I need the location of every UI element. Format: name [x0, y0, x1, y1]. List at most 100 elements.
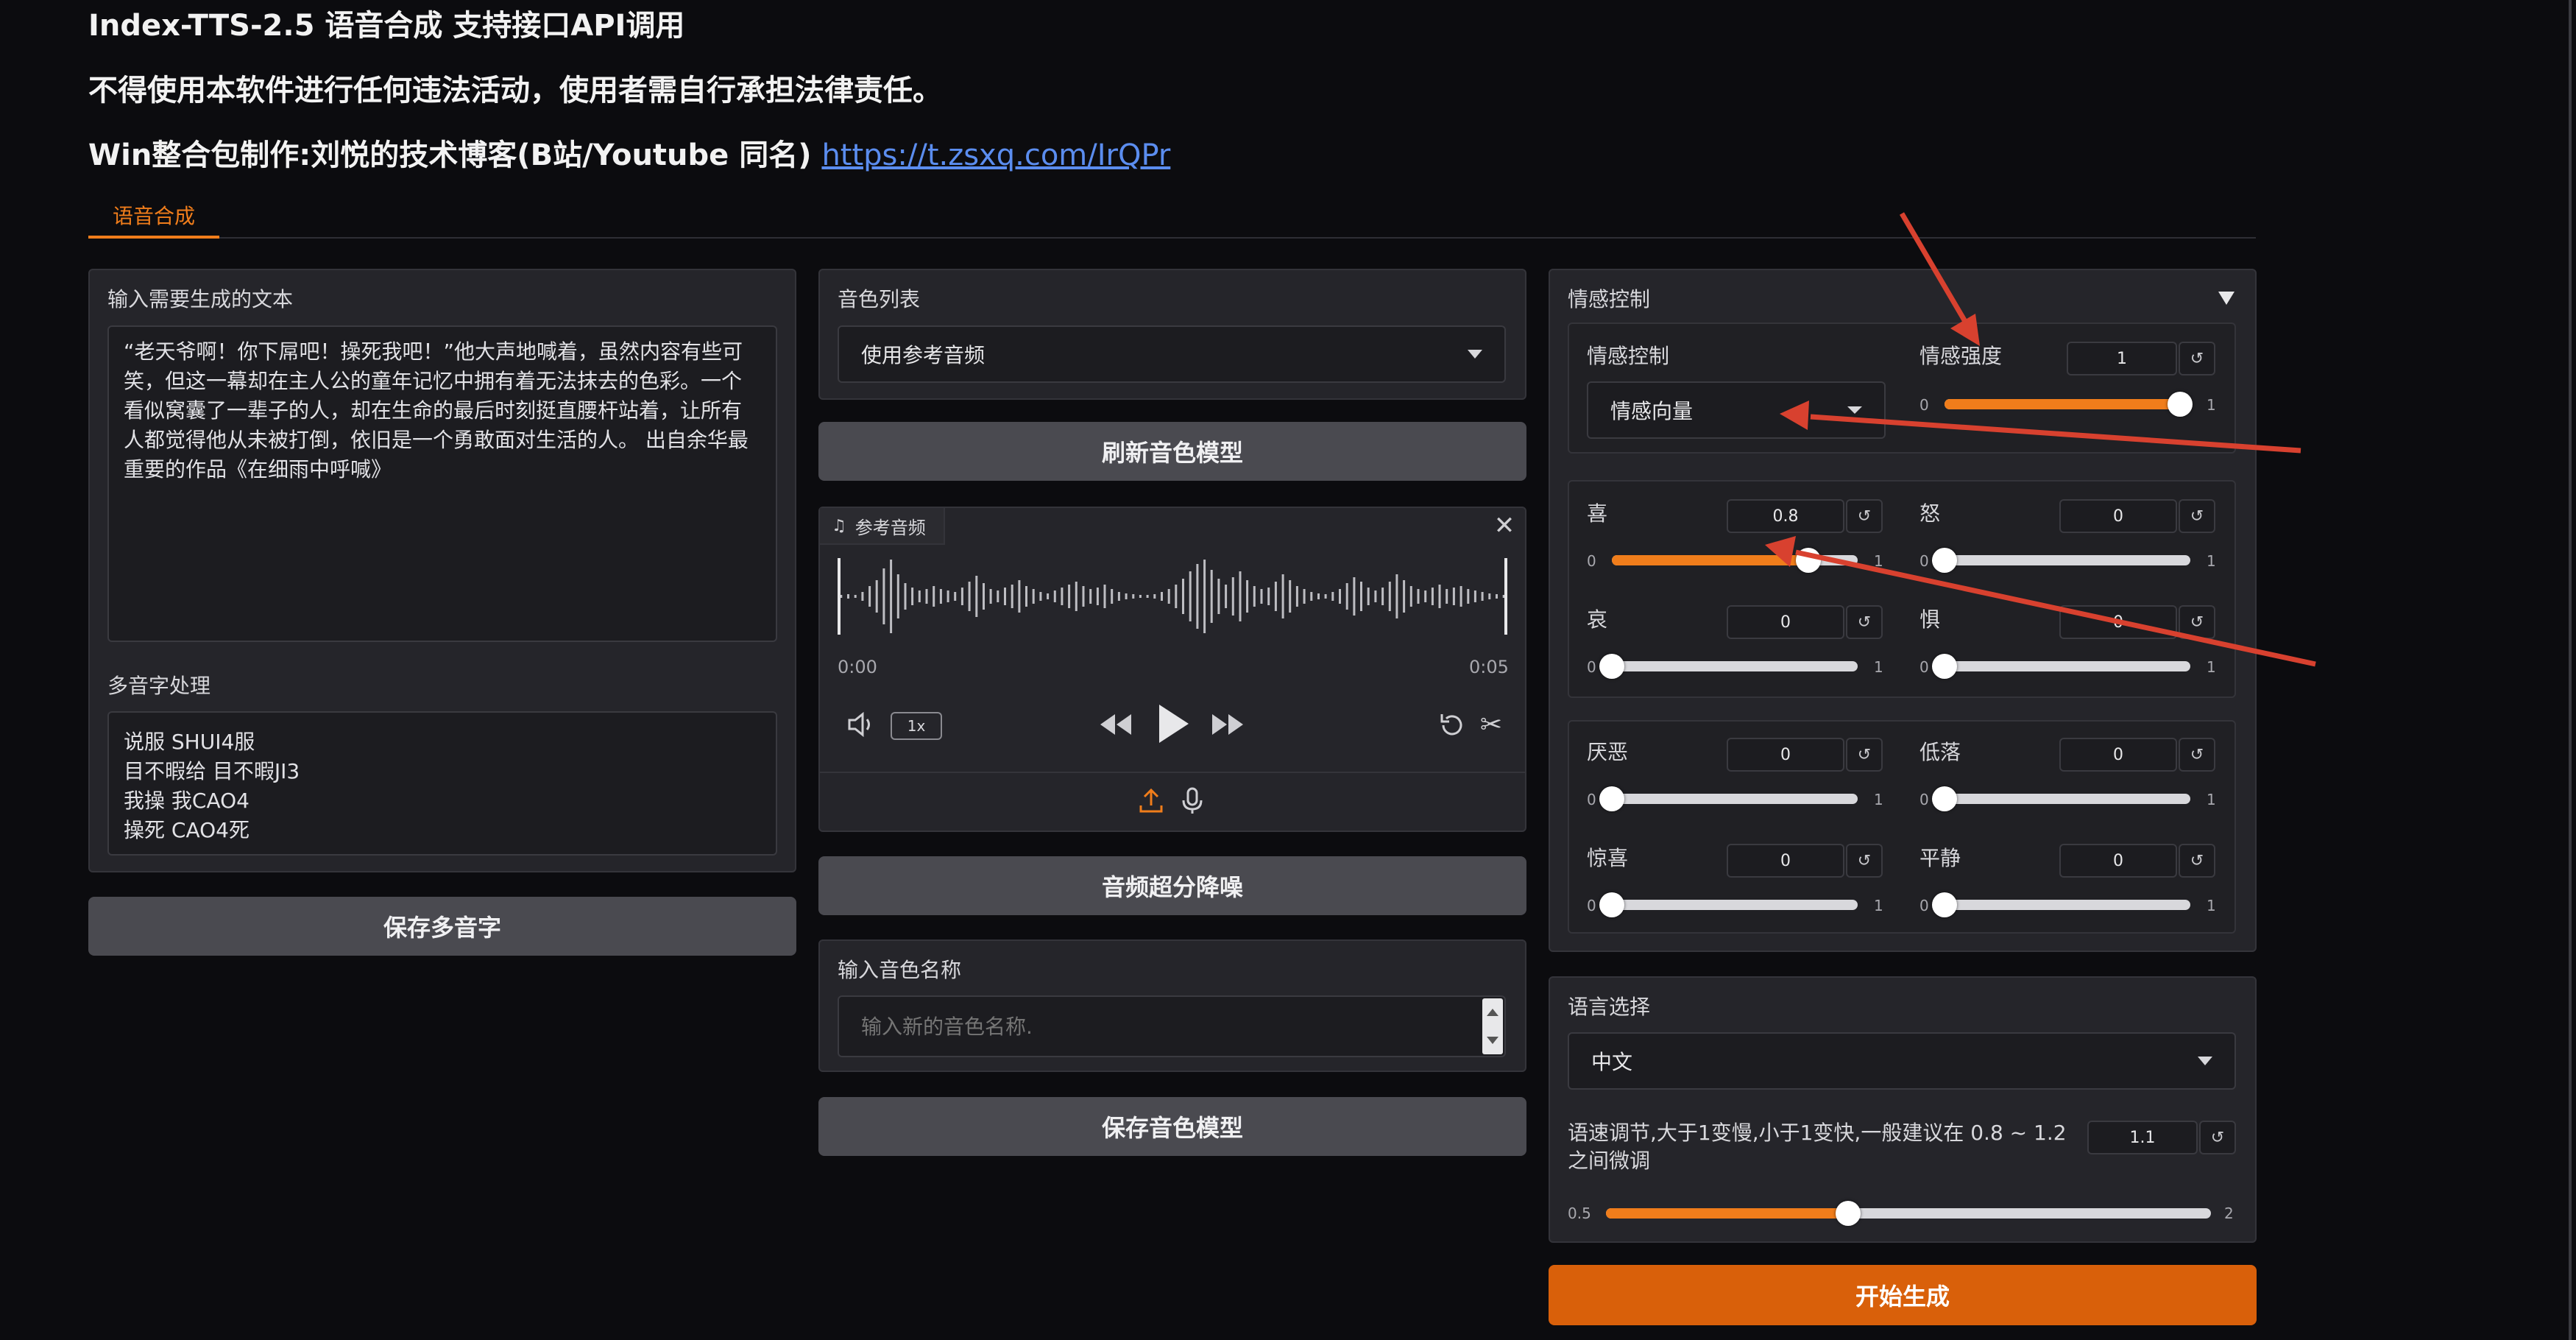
reset-icon[interactable]: ↺ [1846, 844, 1883, 878]
waveform-bar [925, 589, 928, 604]
emotion-control-selected: 情感向量 [1610, 399, 1694, 423]
polyphone-line: 我操 我CAO4 [124, 789, 250, 813]
slider-thumb[interactable] [1599, 654, 1624, 679]
reset-icon[interactable]: ↺ [1846, 499, 1883, 533]
emotion-control-select[interactable]: 情感向量 [1587, 381, 1886, 439]
undo-icon[interactable] [1435, 708, 1468, 741]
text-input-area[interactable]: “老天爷啊！你下屌吧！操死我吧！”他大声地喊着，虽然内容有些可笑，但这一幕却在主… [107, 325, 777, 642]
emotion-strength-slider[interactable] [1945, 392, 2193, 417]
emotion-slider[interactable] [1932, 654, 2190, 679]
playback-speed-button[interactable]: 1x [891, 712, 942, 740]
voice-name-scrollbar[interactable] [1482, 998, 1503, 1054]
audio-waveform[interactable] [838, 552, 1507, 641]
rewind-icon[interactable] [1097, 708, 1133, 741]
reset-icon[interactable]: ↺ [1846, 605, 1883, 639]
waveform-bar [861, 592, 864, 601]
emotion-slider-number[interactable]: 0 [2059, 605, 2177, 639]
emotion-slider[interactable] [1599, 892, 1858, 917]
waveform-bar [1260, 589, 1263, 604]
emotion-slider-min: 0 [1587, 552, 1596, 570]
waveform-bar [1175, 585, 1178, 608]
waveform-bar [1438, 585, 1441, 608]
emotion-slider-number[interactable]: 0 [1727, 605, 1844, 639]
emotion-slider[interactable] [1932, 786, 2190, 811]
speed-slider[interactable] [1606, 1201, 2211, 1226]
slider-thumb[interactable] [1599, 892, 1624, 917]
emotion-slider[interactable] [1612, 548, 1858, 573]
emotion-slider-label: 惧 [1919, 607, 1941, 632]
slider-thumb[interactable] [1932, 654, 1957, 679]
waveform-bar [1360, 582, 1362, 611]
volume-icon[interactable] [845, 708, 877, 741]
waveform-bar [911, 588, 914, 605]
voice-list-select[interactable]: 使用参考音频 [838, 325, 1506, 383]
polyphone-input-area[interactable]: 说服 SHUI4服 目不暇给 目不暇JI3 我操 我CAO4 操死 CAO4死 [107, 711, 777, 856]
polyphone-line: 说服 SHUI4服 [124, 730, 255, 754]
upload-icon[interactable] [1136, 785, 1166, 817]
voice-name-input[interactable] [838, 995, 1506, 1057]
speed-number[interactable]: 1.1 [2087, 1121, 2198, 1154]
denoise-button[interactable]: 音频超分降噪 [818, 856, 1526, 915]
refresh-voice-button[interactable]: 刷新音色模型 [818, 422, 1526, 481]
reset-icon[interactable]: ↺ [2179, 605, 2215, 639]
language-selected: 中文 [1591, 1050, 1633, 1074]
emotion-slider[interactable] [1599, 654, 1858, 679]
slider-thumb[interactable] [1932, 548, 1957, 573]
generate-button[interactable]: 开始生成 [1549, 1265, 2257, 1325]
slider-thumb[interactable] [1932, 786, 1957, 811]
scroll-up-icon[interactable] [1487, 1009, 1498, 1016]
emotion-slider-number[interactable]: 0 [1727, 738, 1844, 772]
scissors-icon[interactable]: ✂ [1475, 708, 1507, 741]
emotion-strength-label: 情感强度 [1919, 344, 2003, 368]
scroll-down-icon[interactable] [1487, 1037, 1498, 1044]
reset-icon[interactable]: ↺ [2179, 738, 2215, 772]
slider-thumb[interactable] [1835, 1201, 1861, 1226]
reset-icon[interactable]: ↺ [2179, 342, 2215, 375]
waveform-bar [1182, 579, 1184, 614]
waveform-bar [1353, 577, 1356, 616]
chevron-down-icon [1847, 406, 1862, 414]
emotion-strength-number[interactable]: 1 [2067, 342, 2177, 375]
waveform-bar [1488, 593, 1491, 599]
save-voice-button[interactable]: 保存音色模型 [818, 1097, 1526, 1156]
emotion-slider-number[interactable]: 0.8 [1727, 499, 1844, 533]
reset-icon[interactable]: ↺ [2179, 499, 2215, 533]
tab-speech-synthesis[interactable]: 语音合成 [88, 200, 219, 239]
waveform-bar [1025, 586, 1027, 607]
microphone-icon[interactable] [1178, 785, 1207, 817]
credit-link[interactable]: https://t.zsxq.com/IrQPr [821, 138, 1170, 172]
waveform-bar [868, 586, 871, 607]
waveform-bar [1189, 571, 1192, 621]
emotion-slider[interactable] [1932, 548, 2190, 573]
language-select[interactable]: 中文 [1568, 1032, 2236, 1090]
waveform-bar [1388, 582, 1391, 611]
tab-bar [88, 193, 2256, 239]
emotion-slider[interactable] [1599, 786, 1858, 811]
close-icon[interactable]: ✕ [1487, 508, 1522, 543]
reset-icon[interactable]: ↺ [1846, 738, 1883, 772]
emotion-slider-min: 0 [1919, 658, 1929, 676]
emotion-slider-max: 1 [2207, 791, 2216, 808]
waveform-bar [946, 590, 949, 602]
waveform-bar [1345, 583, 1348, 610]
emotion-slider-number[interactable]: 0 [2059, 499, 2177, 533]
reset-icon[interactable]: ↺ [2179, 844, 2215, 878]
slider-thumb[interactable] [1796, 548, 1822, 573]
waveform-bar [1153, 594, 1156, 599]
emotion-slider-number[interactable]: 0 [2059, 738, 2177, 772]
emotion-slider[interactable] [1932, 892, 2190, 917]
page-scrollbar[interactable] [2569, 0, 2572, 1340]
slider-thumb[interactable] [2168, 392, 2193, 417]
reset-icon[interactable]: ↺ [2199, 1121, 2236, 1154]
play-icon[interactable] [1153, 699, 1194, 748]
fast-forward-icon[interactable] [1210, 708, 1247, 741]
emotion-slider-number[interactable]: 0 [2059, 844, 2177, 878]
page-title: Index-TTS-2.5 语音合成 支持接口API调用 [88, 9, 685, 43]
slider-thumb[interactable] [1599, 786, 1624, 811]
collapse-triangle-icon[interactable] [2218, 292, 2234, 305]
waveform-bar [1446, 589, 1448, 604]
save-polyphone-button[interactable]: 保存多音字 [88, 897, 796, 956]
emotion-slider-number[interactable]: 0 [1727, 844, 1844, 878]
waveform-bar [918, 590, 921, 602]
slider-thumb[interactable] [1932, 892, 1957, 917]
